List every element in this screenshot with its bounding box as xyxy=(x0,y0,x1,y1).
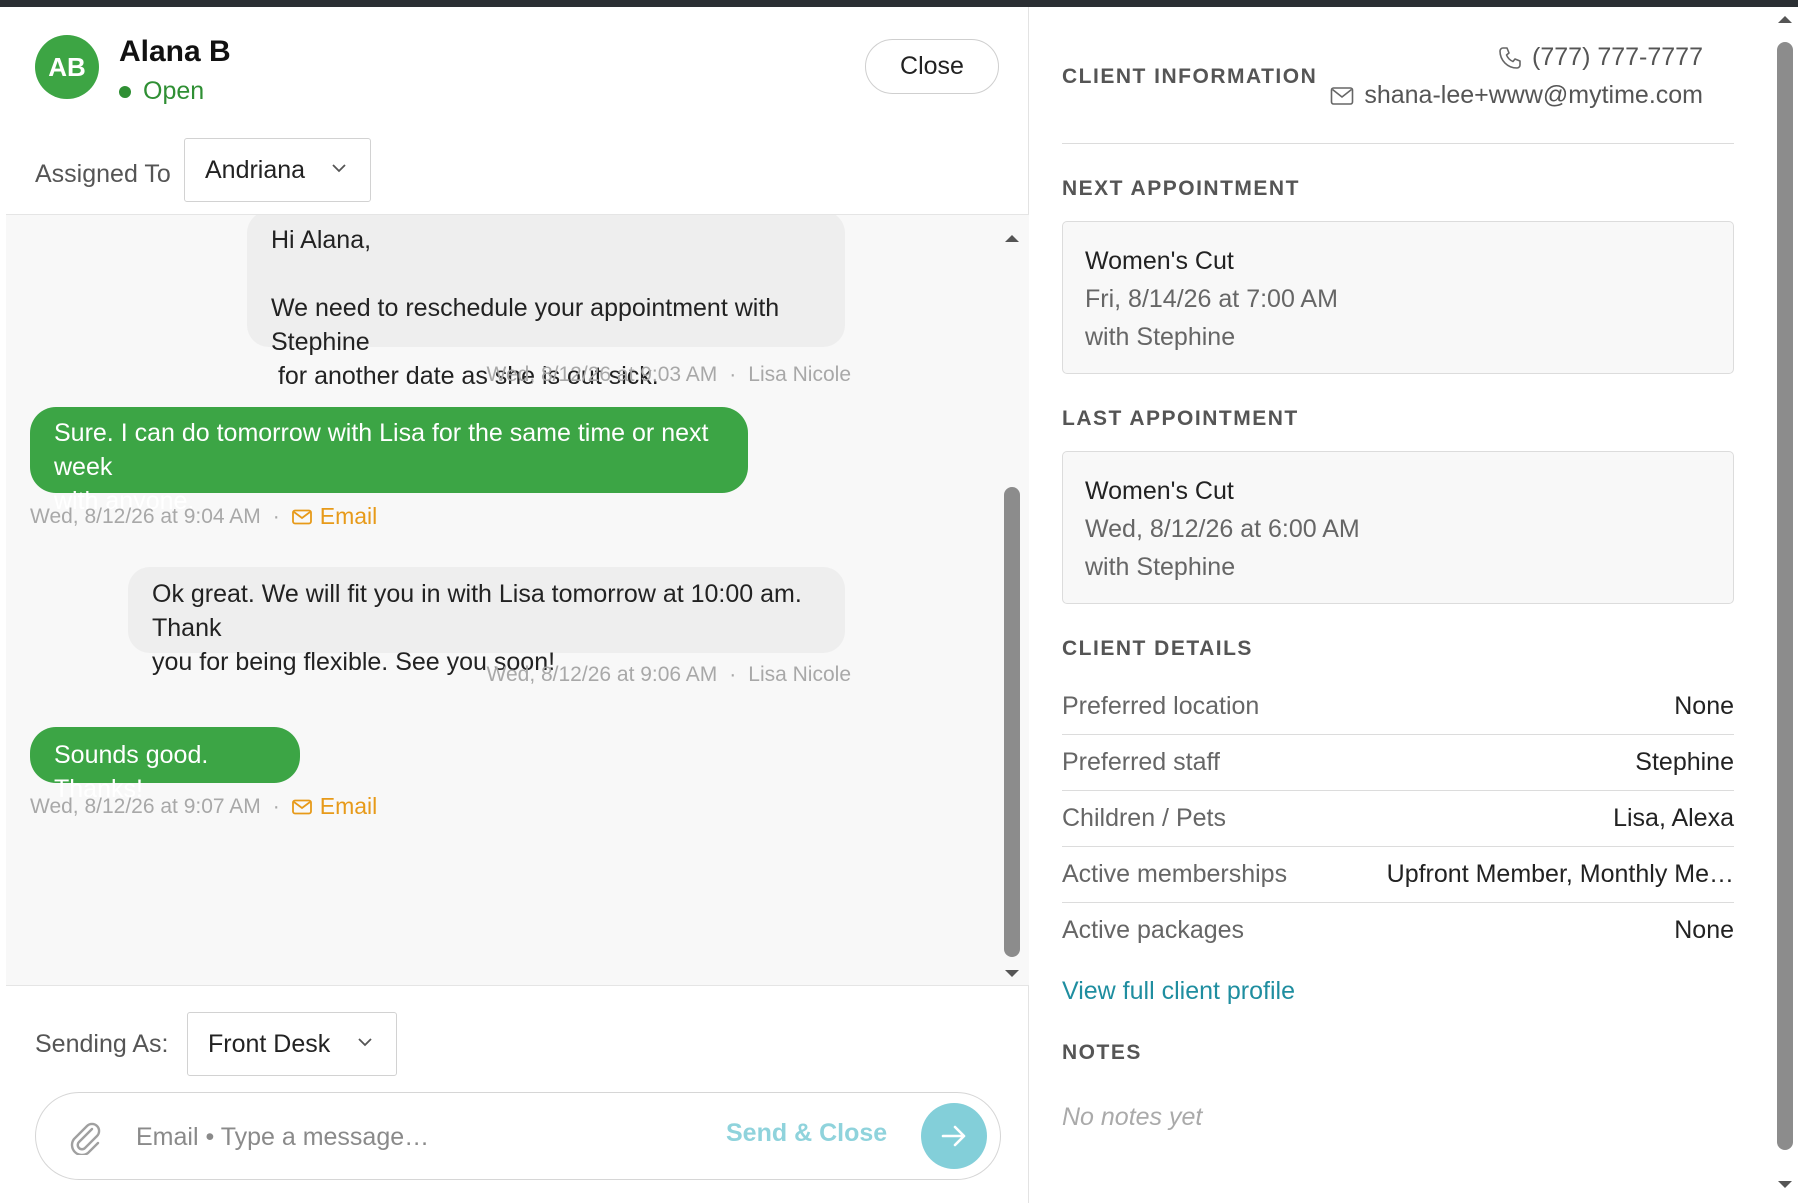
page-scroll-down-arrow-icon[interactable] xyxy=(1777,1180,1793,1190)
phone-icon xyxy=(1499,46,1521,69)
message-bubble-incoming: Sounds good. Thanks! xyxy=(30,727,300,803)
client-details-title: CLIENT DETAILS xyxy=(1062,637,1253,660)
message-sender: Lisa Nicole xyxy=(748,363,851,386)
detail-row-preferred-staff: Preferred staff Stephine xyxy=(1062,735,1734,791)
close-button[interactable]: Close xyxy=(865,39,999,94)
sending-as-label: Sending As: xyxy=(35,1030,169,1058)
email-address: shana-lee+www@mytime.com xyxy=(1364,81,1703,109)
appointment-staff: with Stephine xyxy=(1085,553,1236,581)
message-meta: Wed, 8/12/26 at 9:03 AM · Lisa Nicole xyxy=(487,363,851,387)
assigned-to-dropdown[interactable]: Andriana xyxy=(184,138,371,202)
phone-number: (777) 777-7777 xyxy=(1532,43,1703,71)
detail-value: Lisa, Alexa xyxy=(1613,804,1734,832)
detail-label: Children / Pets xyxy=(1062,804,1226,832)
next-appointment-title: NEXT APPOINTMENT xyxy=(1062,177,1300,200)
sending-as-dropdown[interactable]: Front Desk xyxy=(187,1012,397,1076)
avatar: AB xyxy=(35,35,99,99)
envelope-icon xyxy=(291,509,312,524)
message-timestamp: Wed, 8/12/26 at 9:04 AM xyxy=(30,504,261,528)
last-appointment-title: LAST APPOINTMENT xyxy=(1062,407,1299,430)
detail-label: Active memberships xyxy=(1062,860,1288,888)
appointment-service: Women's Cut xyxy=(1085,477,1234,505)
message-timestamp: Wed, 8/12/26 at 9:03 AM xyxy=(486,363,718,386)
message-meta: Wed, 8/12/26 at 9:07 AM · Email xyxy=(30,793,377,820)
conversation-panel: AB Alana B Open Close Assigned To Andria… xyxy=(6,7,1029,1203)
arrow-right-icon xyxy=(941,1125,966,1147)
message-bubble-outgoing: Hi Alana, We need to reschedule your app… xyxy=(247,215,845,390)
appointment-staff: with Stephine xyxy=(1085,323,1236,351)
meta-separator: · xyxy=(272,794,280,818)
detail-row-preferred-location: Preferred location None xyxy=(1062,679,1734,735)
message-input[interactable] xyxy=(136,1115,696,1159)
send-button[interactable] xyxy=(921,1103,987,1169)
client-email[interactable]: shana-lee+www@mytime.com xyxy=(1330,81,1703,110)
scroll-down-arrow-icon[interactable] xyxy=(1004,969,1020,979)
message-bubble-outgoing: Ok great. We will fit you in with Lisa t… xyxy=(128,567,845,676)
message-timestamp: Wed, 8/12/26 at 9:06 AM xyxy=(486,663,718,686)
assigned-to-label: Assigned To xyxy=(35,160,171,188)
scroll-up-arrow-icon[interactable] xyxy=(1004,233,1020,243)
page-scrollbar-thumb[interactable] xyxy=(1777,42,1793,1150)
status-label: Open xyxy=(143,77,205,105)
detail-label: Preferred staff xyxy=(1062,748,1220,776)
sending-as-value: Front Desk xyxy=(208,1029,331,1058)
view-full-profile-link[interactable]: View full client profile xyxy=(1062,977,1295,1006)
message-meta: Wed, 8/12/26 at 9:04 AM · Email xyxy=(30,503,377,530)
message-sender: Lisa Nicole xyxy=(748,663,851,686)
last-appointment-card[interactable]: Women's Cut Wed, 8/12/26 at 6:00 AM with… xyxy=(1062,451,1734,604)
next-appointment-card[interactable]: Women's Cut Fri, 8/14/26 at 7:00 AM with… xyxy=(1062,221,1734,374)
channel-label: Email xyxy=(319,503,378,529)
assigned-to-value: Andriana xyxy=(205,155,306,184)
detail-row-active-packages: Active packages None xyxy=(1062,902,1734,958)
channel-label: Email xyxy=(319,793,378,819)
meta-separator: · xyxy=(272,504,280,528)
paperclip-icon[interactable] xyxy=(68,1119,102,1155)
client-name: Alana B xyxy=(119,35,231,68)
client-phone[interactable]: (777) 777-7777 xyxy=(1498,43,1703,72)
detail-row-children-pets: Children / Pets Lisa, Alexa xyxy=(1062,791,1734,847)
divider xyxy=(1062,143,1734,144)
status-dot-icon xyxy=(119,85,131,98)
top-bar xyxy=(0,0,1798,7)
message-timestamp: Wed, 8/12/26 at 9:07 AM xyxy=(30,794,261,818)
message-thread[interactable]: Hi Alana, We need to reschedule your app… xyxy=(6,214,1029,986)
chevron-down-icon xyxy=(358,1038,372,1047)
send-and-close-button[interactable]: Send & Close xyxy=(726,1119,887,1148)
client-information-title: CLIENT INFORMATION xyxy=(1062,65,1318,88)
meta-separator: · xyxy=(729,363,737,386)
page-scroll-up-arrow-icon[interactable] xyxy=(1777,14,1793,24)
channel-email: Email xyxy=(291,503,378,530)
message-bubble-incoming: Sure. I can do tomorrow with Lisa for th… xyxy=(30,407,748,515)
no-notes-text: No notes yet xyxy=(1062,1103,1203,1131)
client-sidebar: CLIENT INFORMATION (777) 777-7777 shana-… xyxy=(1030,7,1798,1203)
detail-value: None xyxy=(1674,692,1734,720)
channel-email: Email xyxy=(291,793,378,820)
thread-scrollbar-thumb[interactable] xyxy=(1004,487,1020,957)
envelope-icon xyxy=(1331,86,1354,105)
chevron-down-icon xyxy=(332,164,346,173)
envelope-icon xyxy=(291,799,312,814)
notes-title: NOTES xyxy=(1062,1041,1142,1064)
detail-value: None xyxy=(1674,915,1734,944)
detail-label: Active packages xyxy=(1062,915,1245,944)
message-composer: Send & Close xyxy=(35,1092,1001,1180)
appointment-datetime: Fri, 8/14/26 at 7:00 AM xyxy=(1085,285,1338,313)
detail-label: Preferred location xyxy=(1062,692,1260,720)
status-badge: Open xyxy=(119,77,204,106)
message-meta: Wed, 8/12/26 at 9:06 AM · Lisa Nicole xyxy=(487,663,851,687)
detail-value: Upfront Member, Monthly Me… xyxy=(1386,860,1734,888)
appointment-service: Women's Cut xyxy=(1085,247,1234,275)
meta-separator: · xyxy=(729,663,737,686)
appointment-datetime: Wed, 8/12/26 at 6:00 AM xyxy=(1085,515,1360,543)
detail-value: Stephine xyxy=(1635,748,1734,776)
detail-row-active-memberships: Active memberships Upfront Member, Month… xyxy=(1062,847,1734,903)
